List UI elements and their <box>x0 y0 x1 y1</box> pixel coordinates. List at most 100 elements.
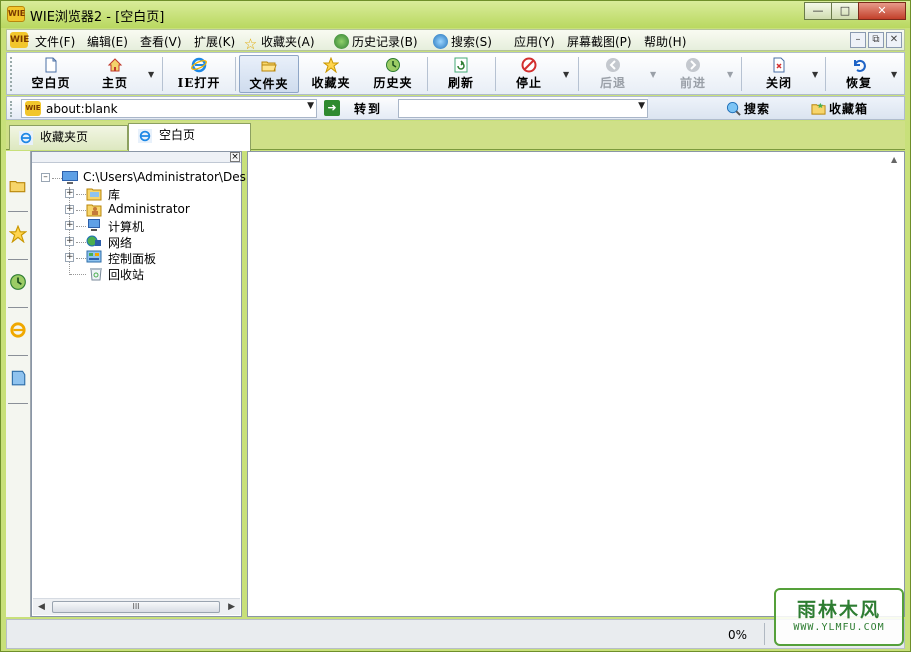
stop-icon <box>521 57 537 73</box>
favorites-box-button[interactable]: 收藏箱 <box>811 100 868 117</box>
tree-item-library[interactable]: + 库 <box>32 186 241 202</box>
close-page-dropdown-icon[interactable]: ▼ <box>812 70 818 79</box>
menu-view[interactable]: 查看(V) <box>140 33 182 50</box>
ie-open-button[interactable]: IE打开 <box>169 55 229 93</box>
forward-button[interactable]: 前进 <box>665 55 721 93</box>
history-button[interactable]: 历史夹 <box>363 55 423 93</box>
menu-apps[interactable]: 应用(Y) <box>514 33 555 50</box>
stop-label: 停止 <box>515 76 542 90</box>
menu-extend[interactable]: 扩展(K) <box>194 33 235 50</box>
tree-item-label: 回收站 <box>108 268 145 282</box>
stop-button[interactable]: 停止 <box>501 55 557 93</box>
scroll-right-icon[interactable]: ▶ <box>228 602 235 612</box>
menu-edit[interactable]: 编辑(E) <box>87 33 128 50</box>
expand-icon[interactable]: + <box>65 189 74 198</box>
address-combo[interactable]: WIE ▼ <box>21 99 317 118</box>
back-button[interactable]: 后退 <box>585 55 641 93</box>
mdi-minimize-button[interactable]: – <box>850 32 866 48</box>
folder-icon <box>261 61 277 72</box>
panel-close-icon[interactable]: × <box>230 152 240 162</box>
tree-connector <box>76 210 86 211</box>
toolbar-grip[interactable] <box>10 57 13 91</box>
history-icon <box>386 58 400 72</box>
expand-icon[interactable]: + <box>65 253 74 262</box>
tab-favorites-page[interactable]: 收藏夹页 <box>9 125 128 150</box>
mdi-close-button[interactable]: ✕ <box>886 32 902 48</box>
tree-item-label: 库 <box>108 188 121 202</box>
tree-item-computer[interactable]: + 计算机 <box>32 218 241 234</box>
favorites-button[interactable]: 收藏夹 <box>303 55 359 93</box>
expand-icon[interactable]: + <box>65 221 74 230</box>
tree-connector <box>70 274 86 275</box>
menu-favorites[interactable]: ☆ 收藏夹(A) <box>243 33 315 52</box>
page-content-area[interactable]: ▲ <box>247 151 905 617</box>
tree-item-recycle-bin[interactable]: 回收站 <box>32 266 241 282</box>
blank-page-button[interactable]: 空白页 <box>23 55 79 93</box>
menu-logo-icon[interactable]: WIE <box>10 32 29 48</box>
menu-screenshot-label: 屏幕截图(P) <box>567 35 632 49</box>
home-dropdown-icon[interactable]: ▼ <box>148 70 154 79</box>
favorites-box-label: 收藏箱 <box>829 102 869 116</box>
folder-icon[interactable] <box>9 177 27 195</box>
tree-connector <box>76 226 86 227</box>
main-toolbar: 空白页 主页 ▼ IE打开 文件夹 收藏夹 历史夹 刷新 停止 ▼ 后退 ▼ 前… <box>6 52 905 95</box>
menu-help[interactable]: 帮助(H) <box>644 33 686 50</box>
ie-icon[interactable] <box>9 321 27 339</box>
content-vertical-scrollbar[interactable]: ▲ <box>887 152 904 616</box>
home-icon <box>107 58 123 72</box>
tree-item-control-panel[interactable]: + 控制面板 <box>32 250 241 266</box>
go-arrow-icon[interactable]: ➜ <box>324 100 340 116</box>
restore-button[interactable]: 恢复 <box>831 55 887 93</box>
scroll-left-icon[interactable]: ◀ <box>38 602 45 612</box>
scroll-thumb[interactable]: III <box>52 601 220 613</box>
title-bar: WIE WIE浏览器2 - [空白页] — □ ✕ <box>1 1 910 28</box>
collapse-icon[interactable]: – <box>41 173 50 182</box>
window-title: WIE浏览器2 - [空白页] <box>30 10 165 25</box>
home-button[interactable]: 主页 <box>87 55 143 93</box>
go-button[interactable]: 转到 <box>354 100 382 117</box>
address-input[interactable] <box>46 102 296 116</box>
refresh-button[interactable]: 刷新 <box>433 55 489 93</box>
address-grip[interactable] <box>10 101 13 117</box>
toolbar-separator <box>427 57 428 91</box>
expand-icon[interactable]: + <box>65 237 74 246</box>
star-icon[interactable] <box>9 225 27 243</box>
back-dropdown-icon[interactable]: ▼ <box>650 70 656 79</box>
menu-search[interactable]: 搜索(S) <box>433 33 492 50</box>
restore-dropdown-icon[interactable]: ▼ <box>891 70 897 79</box>
tree-horizontal-scrollbar[interactable]: ◀ III ▶ <box>33 598 240 615</box>
tree-item-administrator[interactable]: + Administrator <box>32 202 241 218</box>
tree-item-network[interactable]: + 网络 <box>32 234 241 250</box>
load-progress-text: 0% <box>728 628 748 642</box>
search-combo[interactable]: ▼ <box>398 99 648 118</box>
close-page-label: 关闭 <box>765 76 792 90</box>
maximize-button[interactable]: □ <box>831 2 859 20</box>
search-input[interactable] <box>403 102 623 116</box>
menu-history[interactable]: 历史记录(B) <box>334 33 418 50</box>
forward-dropdown-icon[interactable]: ▼ <box>727 70 733 79</box>
undo-icon <box>854 59 866 72</box>
folder-button[interactable]: 文件夹 <box>239 55 299 93</box>
address-dropdown-icon[interactable]: ▼ <box>307 101 314 111</box>
minimize-button[interactable]: — <box>804 2 832 20</box>
close-button[interactable]: ✕ <box>858 2 906 20</box>
tab-blank-page[interactable]: 空白页 <box>128 123 251 151</box>
mdi-restore-button[interactable]: ⧉ <box>868 32 884 48</box>
menu-screenshot[interactable]: 屏幕截图(P) <box>567 33 632 50</box>
window-controls: — □ ✕ <box>804 2 906 20</box>
search-globe-icon <box>726 101 741 116</box>
notes-icon[interactable] <box>9 369 27 387</box>
menu-bar: WIE 文件(F) 编辑(E) 查看(V) 扩展(K) ☆ 收藏夹(A) 历史记录… <box>6 29 905 52</box>
scroll-up-icon[interactable]: ▲ <box>891 155 897 164</box>
history-icon[interactable] <box>9 273 27 291</box>
search-button[interactable]: 搜索 <box>726 100 770 117</box>
favorites-label: 收藏夹 <box>311 76 351 90</box>
menu-file[interactable]: 文件(F) <box>35 33 75 50</box>
strip-separator <box>8 259 28 260</box>
stop-dropdown-icon[interactable]: ▼ <box>563 70 569 79</box>
expand-icon[interactable]: + <box>65 205 74 214</box>
close-page-button[interactable]: 关闭 <box>751 55 807 93</box>
search-dropdown-icon[interactable]: ▼ <box>638 101 645 111</box>
tree-root[interactable]: – C:\Users\Administrator\Desktop <box>32 170 272 186</box>
folder-label: 文件夹 <box>249 77 289 91</box>
